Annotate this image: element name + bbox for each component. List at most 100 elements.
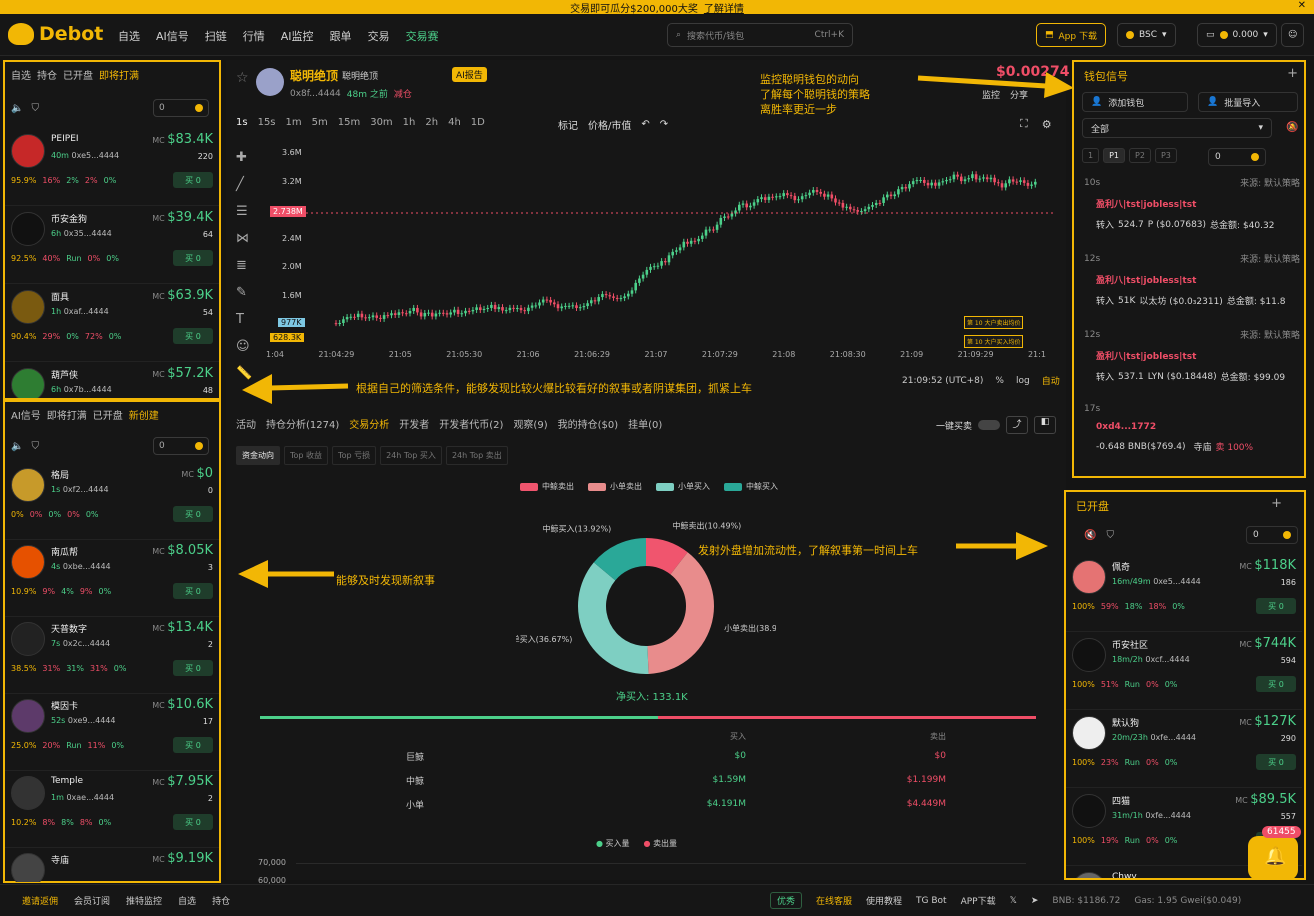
analysis-tab[interactable]: 交易分析: [349, 416, 389, 431]
coin-card[interactable]: 币安金狗 6h 0x35...4444 MC $39.4K 64 92.5% 40% Run…: [5, 206, 219, 284]
nav-item[interactable]: 自选: [118, 28, 140, 44]
nav-item[interactable]: 扫链: [205, 28, 227, 44]
quick-buy-amount[interactable]: 0: [1208, 148, 1266, 166]
brush-icon[interactable]: ✎: [236, 285, 252, 300]
auto-toggle[interactable]: 自动: [1042, 374, 1060, 387]
tab[interactable]: 即将打满: [47, 407, 87, 422]
page-tab[interactable]: P1: [1103, 148, 1126, 163]
pattern-icon[interactable]: ⋈: [236, 231, 252, 246]
quick-buy-button[interactable]: 买 0: [173, 172, 213, 188]
settings-icon[interactable]: ⚙: [1042, 118, 1052, 131]
tab[interactable]: 已开盘: [63, 67, 93, 82]
footer-link[interactable]: 推特监控: [126, 894, 162, 907]
emoji-icon[interactable]: ☺: [236, 339, 252, 354]
text-icon[interactable]: T: [236, 312, 252, 327]
interval-tab[interactable]: 4h: [448, 117, 461, 128]
interval-tab[interactable]: 15m: [338, 117, 360, 128]
coin-card[interactable]: 寺庙 MC $9.19K: [5, 847, 219, 882]
candlestick-chart[interactable]: [266, 144, 1056, 370]
coin-card[interactable]: 格局 1s 0xf2...4444 MC $0 0 0% 0% 0% 0% 0% 买 0: [5, 462, 219, 540]
quick-buy-amount[interactable]: 0: [153, 437, 209, 455]
quick-buy-button[interactable]: 买 0: [173, 737, 213, 753]
interval-tab[interactable]: 1m: [286, 117, 302, 128]
coin-address[interactable]: 0x2c...4444: [63, 639, 110, 648]
nav-item[interactable]: 跟单: [330, 28, 352, 44]
wallet-name[interactable]: 0xd4...1772: [1096, 422, 1300, 432]
quick-buy-button[interactable]: 买 0: [173, 250, 213, 266]
log-toggle[interactable]: log: [1016, 376, 1030, 386]
quick-buy-button[interactable]: 买 0: [173, 583, 213, 599]
toggle-switch[interactable]: [978, 420, 1001, 430]
trendline-icon[interactable]: ╱: [236, 177, 252, 192]
footer-link[interactable]: 持仓: [212, 894, 230, 907]
analysis-tab[interactable]: 活动: [236, 416, 256, 431]
support-link[interactable]: 在线客服: [816, 894, 852, 907]
quick-buy-button[interactable]: 买 0: [173, 506, 213, 522]
tab[interactable]: 已开盘: [93, 407, 123, 422]
analysis-tab[interactable]: 开发者代币(2): [439, 416, 503, 431]
wallet-name[interactable]: 盈利八|tst|jobless|tst: [1096, 273, 1300, 286]
mark-dropdown[interactable]: 标记: [558, 117, 578, 132]
coin-address[interactable]: 0x35...4444: [64, 229, 112, 238]
coin-address[interactable]: 0xcf...4444: [1145, 655, 1189, 664]
coin-card[interactable]: Temple 1m 0xae...4444 MC $7.95K 2 10.2% 8% 8% 8…: [5, 770, 219, 848]
quick-buy-button[interactable]: 买 0: [1256, 754, 1296, 770]
analysis-tab[interactable]: 持仓分析(1274): [266, 416, 339, 431]
quick-buy-amount[interactable]: 0: [1246, 526, 1298, 544]
quick-buy-button[interactable]: 买 0: [173, 814, 213, 830]
search-input[interactable]: ⌕ 搜索代币/钱包 Ctrl+K: [667, 23, 853, 47]
link-icon[interactable]: ⤴: [1006, 416, 1029, 434]
wallet-signal[interactable]: 17s 0xd4...1772 -0.648 BNB($769.4) 寺庙卖 100%: [1084, 404, 1300, 453]
nav-item[interactable]: 交易赛: [406, 28, 439, 44]
horizontal-lines-icon[interactable]: ☰: [236, 204, 252, 219]
coin-card[interactable]: 默认狗 20m/23h 0xfe...4444 MC $127K 290 100% 23%…: [1066, 710, 1302, 788]
quick-buy-button[interactable]: 买 0: [1256, 598, 1296, 614]
add-icon[interactable]: +: [1287, 66, 1298, 81]
tg-bot-link[interactable]: TG Bot: [916, 896, 947, 906]
undo-icon[interactable]: ↶: [641, 119, 649, 130]
nav-item[interactable]: 行情: [243, 28, 265, 44]
coin-address[interactable]: 0xbe...4444: [63, 562, 111, 571]
add-icon[interactable]: +: [1271, 496, 1282, 511]
tab[interactable]: 新创建: [129, 407, 159, 422]
nav-item[interactable]: AI监控: [281, 28, 314, 44]
tab[interactable]: 即将打满: [99, 67, 139, 82]
footer-link[interactable]: 会员订阅: [74, 894, 110, 907]
coin-card[interactable]: 币安社区 18m/2h 0xcf...4444 MC $744K 594 100% 51%…: [1066, 632, 1302, 710]
quick-buy-button[interactable]: 买 0: [173, 660, 213, 676]
wallet-name[interactable]: 盈利八|tst|jobless|tst: [1096, 197, 1300, 210]
coin-address[interactable]: 0x7b...4444: [64, 385, 112, 394]
filter-icon[interactable]: ⛉: [1106, 530, 1114, 541]
analysis-tab[interactable]: 我的持仓($0): [558, 416, 619, 431]
footer-link[interactable]: 邀请返佣: [22, 894, 58, 907]
coin-address[interactable]: 0xe5...4444: [1153, 577, 1201, 586]
coin-address[interactable]: 0xe5...4444: [72, 151, 120, 160]
fullscreen-icon[interactable]: ⛶: [1020, 117, 1028, 131]
coin-address[interactable]: 0xfe...4444: [1145, 811, 1191, 820]
redo-icon[interactable]: ↷: [660, 119, 668, 130]
tab[interactable]: 持仓: [37, 67, 57, 82]
interval-tab[interactable]: 30m: [370, 117, 392, 128]
coin-card[interactable]: 佩奇 16m/49m 0xe5...4444 MC $118K 186 100% 59% 1…: [1066, 554, 1302, 632]
page-tab[interactable]: P3: [1154, 148, 1177, 163]
quick-trade-toggle[interactable]: 一键买卖 ⤴ ◧: [936, 416, 1057, 434]
page-tab[interactable]: P2: [1129, 148, 1151, 163]
notification-bell[interactable]: 🔔: [1248, 836, 1298, 880]
filter-icon[interactable]: ⛉: [31, 441, 39, 452]
coin-address[interactable]: 0xae...4444: [66, 793, 114, 802]
nav-item[interactable]: AI信号: [156, 28, 189, 44]
token-address[interactable]: 0x8f...4444: [290, 89, 341, 99]
mute-icon[interactable]: 🔕: [1286, 122, 1298, 133]
flow-tab[interactable]: 资金动向: [236, 446, 280, 465]
signal-token[interactable]: P ($0.07683): [1148, 220, 1206, 230]
crosshair-icon[interactable]: ✚: [236, 150, 252, 165]
coin-card[interactable]: 模因卡 52s 0xe9...4444 MC $10.6K 17 25.0% 20% Run…: [5, 693, 219, 771]
add-wallet-button[interactable]: 👤 添加钱包: [1082, 92, 1188, 112]
tab[interactable]: AI信号: [11, 407, 41, 422]
quick-buy-amount[interactable]: 0: [153, 99, 209, 117]
coin-card[interactable]: PEIPEI 40m 0xe5...4444 MC $83.4K 220 95.9% 16…: [5, 128, 219, 206]
brand-logo[interactable]: Debot: [8, 23, 103, 45]
wallet-signal[interactable]: 10s 来源: 默认策略 盈利八|tst|jobless|tst 转入 524.7 P (…: [1084, 176, 1300, 232]
star-icon[interactable]: ☆: [236, 70, 249, 86]
telegram-icon[interactable]: ➤: [1031, 896, 1039, 906]
